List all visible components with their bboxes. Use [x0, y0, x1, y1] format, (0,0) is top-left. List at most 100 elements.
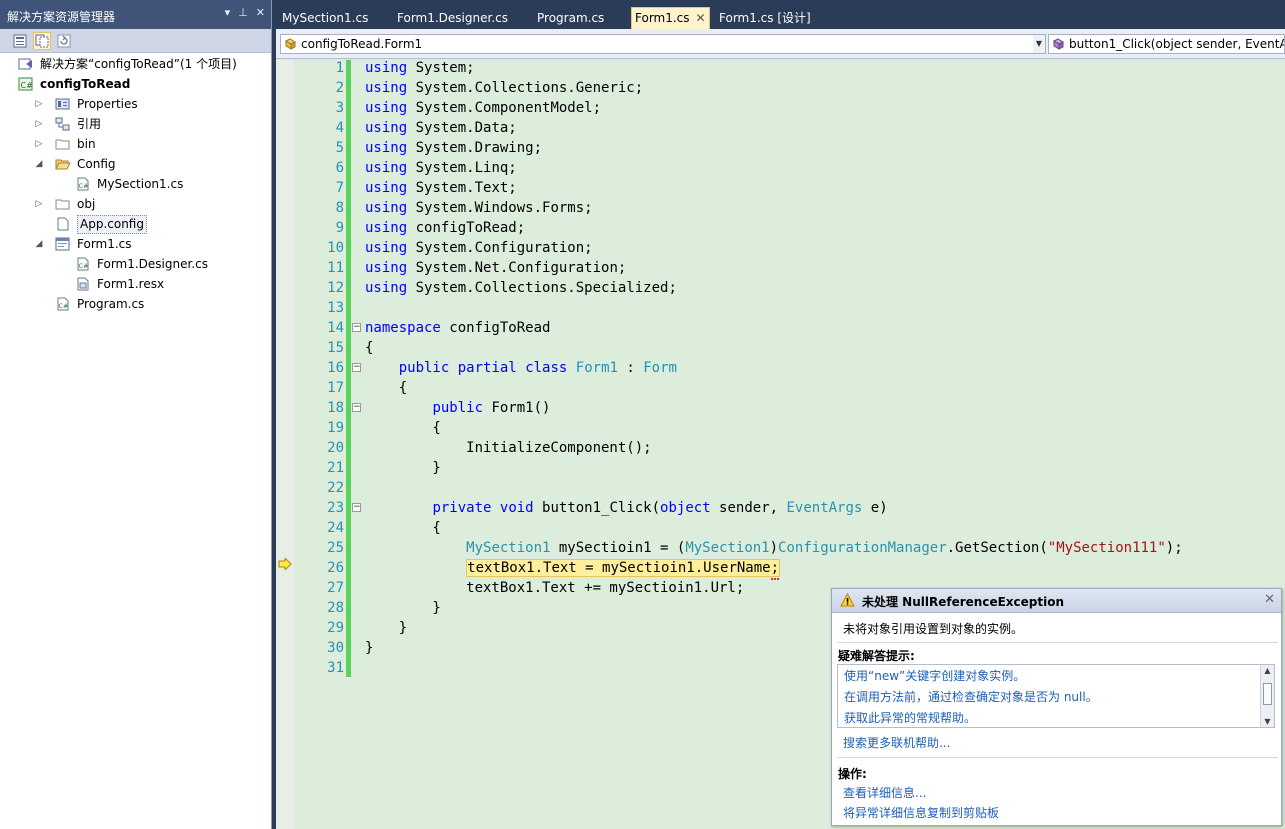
copy-exception-details-link[interactable]: 将异常详细信息复制到剪贴板	[843, 804, 999, 821]
code-line[interactable]: 10 using System.Configuration;	[276, 238, 1285, 258]
class-dropdown[interactable]: configToRead.Form1 ▼	[280, 34, 1046, 54]
line-number: 12	[327, 280, 344, 296]
tree-item[interactable]: ◢ Config	[0, 154, 271, 174]
tab-form1-designer-cs[interactable]: Form1.Designer.cs	[397, 8, 508, 29]
tab-program-cs[interactable]: Program.cs	[537, 8, 604, 29]
code-line[interactable]: 24 {	[276, 518, 1285, 538]
code-line[interactable]: 18− public Form1()	[276, 398, 1285, 418]
code-line[interactable]: 23− private void button1_Click(object se…	[276, 498, 1285, 518]
exception-header: 未处理 NullReferenceException ✕	[832, 589, 1281, 613]
code-text: {	[365, 380, 408, 396]
csharp-file-icon: C#	[55, 297, 71, 311]
code-text: textBox1.Text = mySectioin1.UserName;	[365, 558, 781, 580]
expand-arrow-icon[interactable]: ▷	[33, 194, 45, 214]
collapse-region-icon[interactable]: −	[352, 503, 361, 512]
search-online-help-link[interactable]: 搜索更多联机帮助...	[843, 734, 950, 751]
scroll-thumb[interactable]	[1263, 683, 1272, 705]
code-line[interactable]: 4 using System.Data;	[276, 118, 1285, 138]
tab-label: Form1.cs [设计]	[719, 11, 811, 25]
show-all-files-button[interactable]	[33, 31, 51, 50]
tree-item[interactable]: 解决方案“configToRead”(1 个项目)	[0, 54, 271, 74]
tree-item[interactable]: ▷ Properties	[0, 94, 271, 114]
refresh-button[interactable]	[55, 32, 73, 50]
code-line[interactable]: 17 {	[276, 378, 1285, 398]
tree-item[interactable]: App.config	[0, 214, 271, 234]
tree-item-label: Form1.Designer.cs	[97, 257, 208, 271]
expand-arrow-icon[interactable]: ▷	[33, 114, 45, 134]
code-line[interactable]: 19 {	[276, 418, 1285, 438]
tree-item[interactable]: ▷ obj	[0, 194, 271, 214]
tree-item[interactable]: C# Form1.Designer.cs	[0, 254, 271, 274]
code-line[interactable]: 5 using System.Drawing;	[276, 138, 1285, 158]
csharp-project-icon: C#	[18, 77, 34, 91]
tree-item-label: App.config	[77, 215, 147, 234]
svg-text:C#: C#	[79, 262, 89, 270]
code-text: {	[365, 520, 441, 536]
code-line[interactable]: 6 using System.Linq;	[276, 158, 1285, 178]
code-line[interactable]: 13	[276, 298, 1285, 318]
folder-icon	[55, 197, 71, 211]
tab-form1-cs[interactable]: Form1.cs ✕	[631, 7, 710, 30]
code-line[interactable]: 2 using System.Collections.Generic;	[276, 78, 1285, 98]
tip-link-new-keyword[interactable]: 使用“new”关键字创建对象实例。	[844, 667, 1025, 684]
code-line[interactable]: 1 using System;	[276, 58, 1285, 78]
code-line[interactable]: 16− public partial class Form1 : Form	[276, 358, 1285, 378]
code-line[interactable]: 12 using System.Collections.Specialized;	[276, 278, 1285, 298]
tree-item[interactable]: Form1.resx	[0, 274, 271, 294]
code-line[interactable]: 25 MySection1 mySectioin1 = (MySection1)…	[276, 538, 1285, 558]
class-dropdown-value: configToRead.Form1	[301, 37, 423, 51]
view-details-link[interactable]: 查看详细信息...	[843, 784, 926, 801]
close-panel-button[interactable]: ✕	[256, 6, 265, 19]
tab-form1-cs-design[interactable]: Form1.cs [设计]	[719, 8, 811, 29]
svg-text:C#: C#	[21, 81, 34, 90]
tips-scrollbar[interactable]: ▲ ▼	[1260, 665, 1274, 727]
tip-link-general-help[interactable]: 获取此异常的常规帮助。	[844, 709, 976, 726]
line-number: 2	[335, 80, 344, 96]
tree-item[interactable]: ▷ bin	[0, 134, 271, 154]
document-tabs: MySection1.cs Form1.Designer.cs Program.…	[274, 4, 1285, 30]
collapse-region-icon[interactable]: −	[352, 403, 361, 412]
code-line[interactable]: 21 }	[276, 458, 1285, 478]
method-icon	[1052, 37, 1065, 53]
tree-item[interactable]: C# MySection1.cs	[0, 174, 271, 194]
close-icon[interactable]: ✕	[1264, 592, 1275, 607]
line-number: 30	[327, 640, 344, 656]
tab-mysection1-cs[interactable]: MySection1.cs	[282, 8, 368, 29]
scroll-down-icon[interactable]: ▼	[1261, 717, 1274, 726]
code-line[interactable]: 20 InitializeComponent();	[276, 438, 1285, 458]
code-line[interactable]: 11 using System.Net.Configuration;	[276, 258, 1285, 278]
tree-item[interactable]: ▷ 引用	[0, 114, 271, 134]
properties-button[interactable]	[11, 32, 29, 50]
tree-item[interactable]: ◢ Form1.cs	[0, 234, 271, 254]
code-line[interactable]: 14− namespace configToRead	[276, 318, 1285, 338]
code-line[interactable]: 15 {	[276, 338, 1285, 358]
window-position-button[interactable]: ▾	[225, 6, 231, 19]
collapse-region-icon[interactable]: −	[352, 323, 361, 332]
code-line[interactable]: 22	[276, 478, 1285, 498]
collapse-arrow-icon[interactable]: ◢	[33, 234, 45, 254]
tree-item[interactable]: C# Program.cs	[0, 294, 271, 314]
code-text: using System.ComponentModel;	[365, 100, 602, 116]
code-line[interactable]: 8 using System.Windows.Forms;	[276, 198, 1285, 218]
code-text: using System.Text;	[365, 180, 517, 196]
code-line[interactable]: 26 textBox1.Text = mySectioin1.UserName;	[276, 558, 1285, 580]
member-dropdown[interactable]: button1_Click(object sender, EventArgs e…	[1048, 34, 1285, 54]
troubleshooting-tips-list[interactable]: 使用“new”关键字创建对象实例。 在调用方法前，通过检查确定对象是否为 nul…	[837, 664, 1275, 728]
close-tab-icon[interactable]: ✕	[696, 11, 706, 25]
tip-link-check-null[interactable]: 在调用方法前，通过检查确定对象是否为 null。	[844, 688, 1098, 705]
expand-arrow-icon[interactable]: ▷	[33, 134, 45, 154]
code-line[interactable]: 9 using configToRead;	[276, 218, 1285, 238]
code-line[interactable]: 3 using System.ComponentModel;	[276, 98, 1285, 118]
troubleshooting-title: 疑难解答提示:	[838, 649, 915, 663]
auto-hide-pin-button[interactable]: ⊥	[238, 6, 248, 19]
scroll-up-icon[interactable]: ▲	[1261, 666, 1274, 675]
collapse-region-icon[interactable]: −	[352, 363, 361, 372]
code-text: }	[365, 460, 441, 476]
code-text: using System;	[365, 60, 475, 76]
code-text: using System.Configuration;	[365, 240, 593, 256]
tree-item[interactable]: ◢C#configToRead	[0, 74, 271, 94]
code-line[interactable]: 7 using System.Text;	[276, 178, 1285, 198]
collapse-arrow-icon[interactable]: ◢	[33, 154, 45, 174]
code-text: using System.Collections.Generic;	[365, 80, 644, 96]
expand-arrow-icon[interactable]: ▷	[33, 94, 45, 114]
